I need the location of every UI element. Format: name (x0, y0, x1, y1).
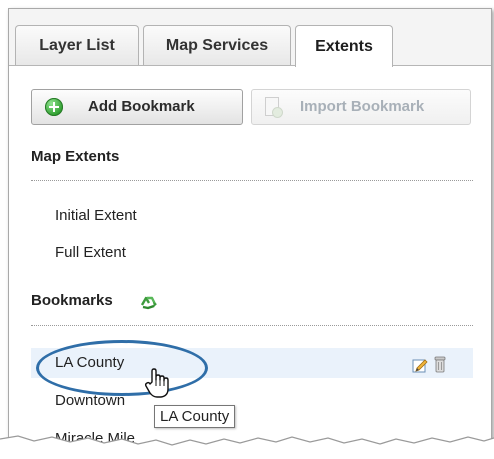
bookmarks-title: Bookmarks (31, 292, 113, 309)
import-file-icon (265, 97, 283, 118)
delete-icon[interactable] (434, 356, 446, 373)
add-plus-icon (45, 98, 63, 116)
add-bookmark-button[interactable]: Add Bookmark (31, 89, 243, 125)
bookmarks-divider (31, 325, 473, 326)
tab-map-services[interactable]: Map Services (143, 25, 291, 65)
recycle-icon (140, 296, 157, 310)
bookmark-item-la-county[interactable]: LA County (55, 354, 124, 371)
bookmark-item-downtown[interactable]: Downtown (55, 392, 125, 409)
tooltip-text: LA County (160, 408, 230, 425)
map-extents-title: Map Extents (31, 148, 120, 165)
map-extents-divider (31, 180, 473, 181)
screenshot-stage: Layer List Map Services Extents Add Book… (0, 0, 494, 459)
tab-layer-list[interactable]: Layer List (15, 25, 139, 65)
tab-bar: Layer List Map Services Extents (9, 9, 491, 67)
tab-label: Layer List (39, 36, 115, 54)
import-bookmark-button[interactable]: Import Bookmark (251, 89, 471, 125)
extent-item-full[interactable]: Full Extent (55, 244, 126, 261)
add-bookmark-label: Add Bookmark (88, 98, 195, 115)
tab-label: Map Services (165, 36, 269, 54)
tab-extents[interactable]: Extents (295, 25, 393, 67)
extent-item-initial[interactable]: Initial Extent (55, 207, 137, 224)
tab-label: Extents (315, 37, 373, 55)
extents-panel: Layer List Map Services Extents Add Book… (8, 8, 492, 459)
import-bookmark-label: Import Bookmark (300, 98, 425, 115)
torn-edge (0, 435, 494, 459)
edit-icon[interactable] (412, 357, 428, 373)
